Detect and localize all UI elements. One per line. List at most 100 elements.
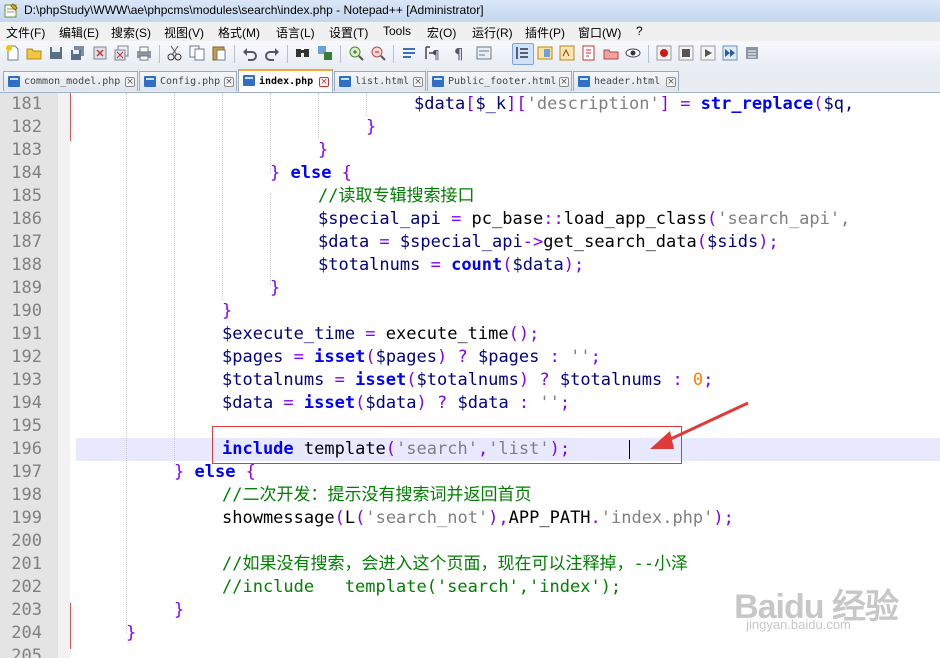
play-multiple-icon[interactable] [721, 44, 739, 62]
stop-record-icon[interactable] [677, 44, 695, 62]
tab-config[interactable]: Config.php × [139, 71, 237, 91]
close-all-icon[interactable] [113, 44, 131, 62]
code-line-184[interactable]: } else { [270, 162, 352, 185]
menu-settings[interactable]: 设置(T) [329, 24, 368, 41]
code-token: $data [318, 232, 370, 252]
redo-icon[interactable] [263, 44, 281, 62]
code-token: $data [222, 393, 274, 413]
code-line-182[interactable]: } [366, 116, 376, 139]
print-icon[interactable] [135, 44, 153, 62]
code-line-190[interactable]: } [222, 300, 232, 323]
code-line-191[interactable]: $execute_time = execute_time(); [222, 323, 539, 346]
menu-format[interactable]: 格式(M) [218, 24, 260, 41]
code-line-202[interactable]: //include template('search','index'); [222, 576, 621, 599]
menu-search[interactable]: 搜索(S) [111, 24, 151, 41]
doc-map-icon[interactable] [536, 44, 554, 62]
code-line-183[interactable]: } [318, 139, 328, 162]
replace-icon[interactable] [316, 44, 334, 62]
menu-plugins[interactable]: 插件(P) [525, 24, 565, 41]
code-token: . [590, 508, 601, 528]
menu-view[interactable]: 视图(V) [164, 24, 204, 41]
code-line-192[interactable]: $pages = isset($pages) ? $pages : ''; [222, 346, 601, 369]
code-line-187[interactable]: $data = $special_api->get_search_data($s… [318, 231, 779, 254]
code-token: $special_api [318, 209, 441, 229]
code-token: ( [502, 255, 513, 275]
code-line-203[interactable]: } [174, 599, 184, 622]
tab-bar: common_model.php × Config.php × index.ph… [0, 67, 940, 93]
tab-label: list.html [355, 76, 410, 87]
tab-public-footer[interactable]: Public_footer.html × [427, 71, 572, 91]
tab-close-icon[interactable]: × [319, 77, 329, 87]
line-number: 194 [11, 393, 42, 413]
new-file-icon[interactable] [4, 44, 22, 62]
tab-close-icon[interactable]: × [413, 77, 423, 87]
cut-icon[interactable] [166, 44, 184, 62]
play-macro-icon[interactable] [699, 44, 717, 62]
user-lang-icon[interactable] [475, 44, 493, 62]
code-line-199[interactable]: showmessage(L('search_not'),APP_PATH.'in… [222, 507, 734, 530]
code-line-198[interactable]: //二次开发：提示没有搜索词并返回首页 [222, 484, 531, 507]
folder-as-workspace-icon[interactable] [580, 44, 598, 62]
code-token: = [355, 324, 386, 344]
menu-tools[interactable]: Tools [383, 24, 411, 38]
record-macro-icon[interactable] [655, 44, 673, 62]
tab-common-model[interactable]: common_model.php × [3, 71, 138, 91]
tab-close-icon[interactable]: × [559, 77, 569, 87]
zoom-out-icon[interactable] [369, 44, 387, 62]
code-line-181[interactable]: $data[$_k]['description'] = str_replace(… [414, 93, 854, 116]
tab-close-icon[interactable]: × [224, 77, 234, 87]
code-line-186[interactable]: $special_api = pc_base::load_app_class('… [318, 208, 850, 231]
line-number: 200 [11, 531, 42, 551]
code-token: $execute_time [222, 324, 356, 344]
code-line-201[interactable]: //如果没有搜索，会进入这个页面，现在可以注释掉，--小泽 [222, 553, 688, 576]
line-number: 191 [11, 324, 42, 344]
code-line-188[interactable]: $totalnums = count($data); [318, 254, 584, 277]
code-token: $pages [375, 347, 437, 367]
tab-close-icon[interactable]: × [125, 77, 135, 87]
open-file-icon[interactable] [25, 44, 43, 62]
code-token: 'search_not' [365, 508, 489, 528]
show-all-chars-icon[interactable]: ¶ [450, 44, 468, 62]
copy-icon[interactable] [188, 44, 206, 62]
tab-list[interactable]: list.html × [334, 71, 426, 91]
tab-index[interactable]: index.php × [238, 69, 333, 92]
indent-guide-toggle[interactable] [512, 43, 534, 65]
menu-language[interactable]: 语言(L) [276, 24, 315, 41]
code-line-194[interactable]: $data = isset($data) ? $data : ''; [222, 392, 570, 415]
monitor-icon[interactable] [624, 44, 642, 62]
word-wrap-icon[interactable]: ¶ [422, 44, 440, 62]
close-icon[interactable] [91, 44, 109, 62]
tab-header[interactable]: header.html × [573, 71, 679, 91]
code-editor[interactable]: 181 182 183 184 185 186 187 188 189 190 … [0, 93, 940, 658]
zoom-in-icon[interactable] [347, 44, 365, 62]
code-line-204[interactable]: } [126, 622, 136, 645]
line-number: 198 [11, 485, 42, 505]
code-line-193[interactable]: $totalnums = isset($totalnums) ? $totaln… [222, 369, 713, 392]
tab-label: Config.php [160, 76, 221, 87]
menu-macro[interactable]: 宏(O) [427, 24, 456, 41]
find-icon[interactable] [294, 44, 312, 62]
menu-help[interactable]: ? [636, 24, 643, 38]
code-line-189[interactable]: } [270, 277, 280, 300]
fold-margin[interactable] [58, 93, 70, 658]
code-token: ; [559, 393, 571, 413]
menu-window[interactable]: 窗口(W) [578, 24, 621, 41]
menu-edit[interactable]: 编辑(E) [59, 24, 99, 41]
save-all-icon[interactable] [69, 44, 87, 62]
sync-scroll-icon[interactable] [400, 44, 418, 62]
paste-icon[interactable] [210, 44, 228, 62]
function-list-icon[interactable] [558, 44, 576, 62]
code-token: ( [706, 209, 718, 229]
title-bar: D:\phpStudy\WWW\ae\phpcms\modules\search… [0, 0, 940, 23]
tab-close-icon[interactable]: × [666, 77, 676, 87]
menu-file[interactable]: 文件(F) [6, 24, 45, 41]
undo-icon[interactable] [241, 44, 259, 62]
code-line-185[interactable]: //读取专辑搜索接口 [318, 185, 474, 208]
save-icon[interactable] [47, 44, 65, 62]
menu-run[interactable]: 运行(R) [472, 24, 513, 41]
save-macro-icon[interactable] [743, 44, 761, 62]
code-line-197[interactable]: } else { [174, 461, 256, 484]
code-token: ( [406, 370, 417, 390]
code-token: isset [314, 347, 366, 367]
workspace-folder-icon[interactable] [602, 44, 620, 62]
